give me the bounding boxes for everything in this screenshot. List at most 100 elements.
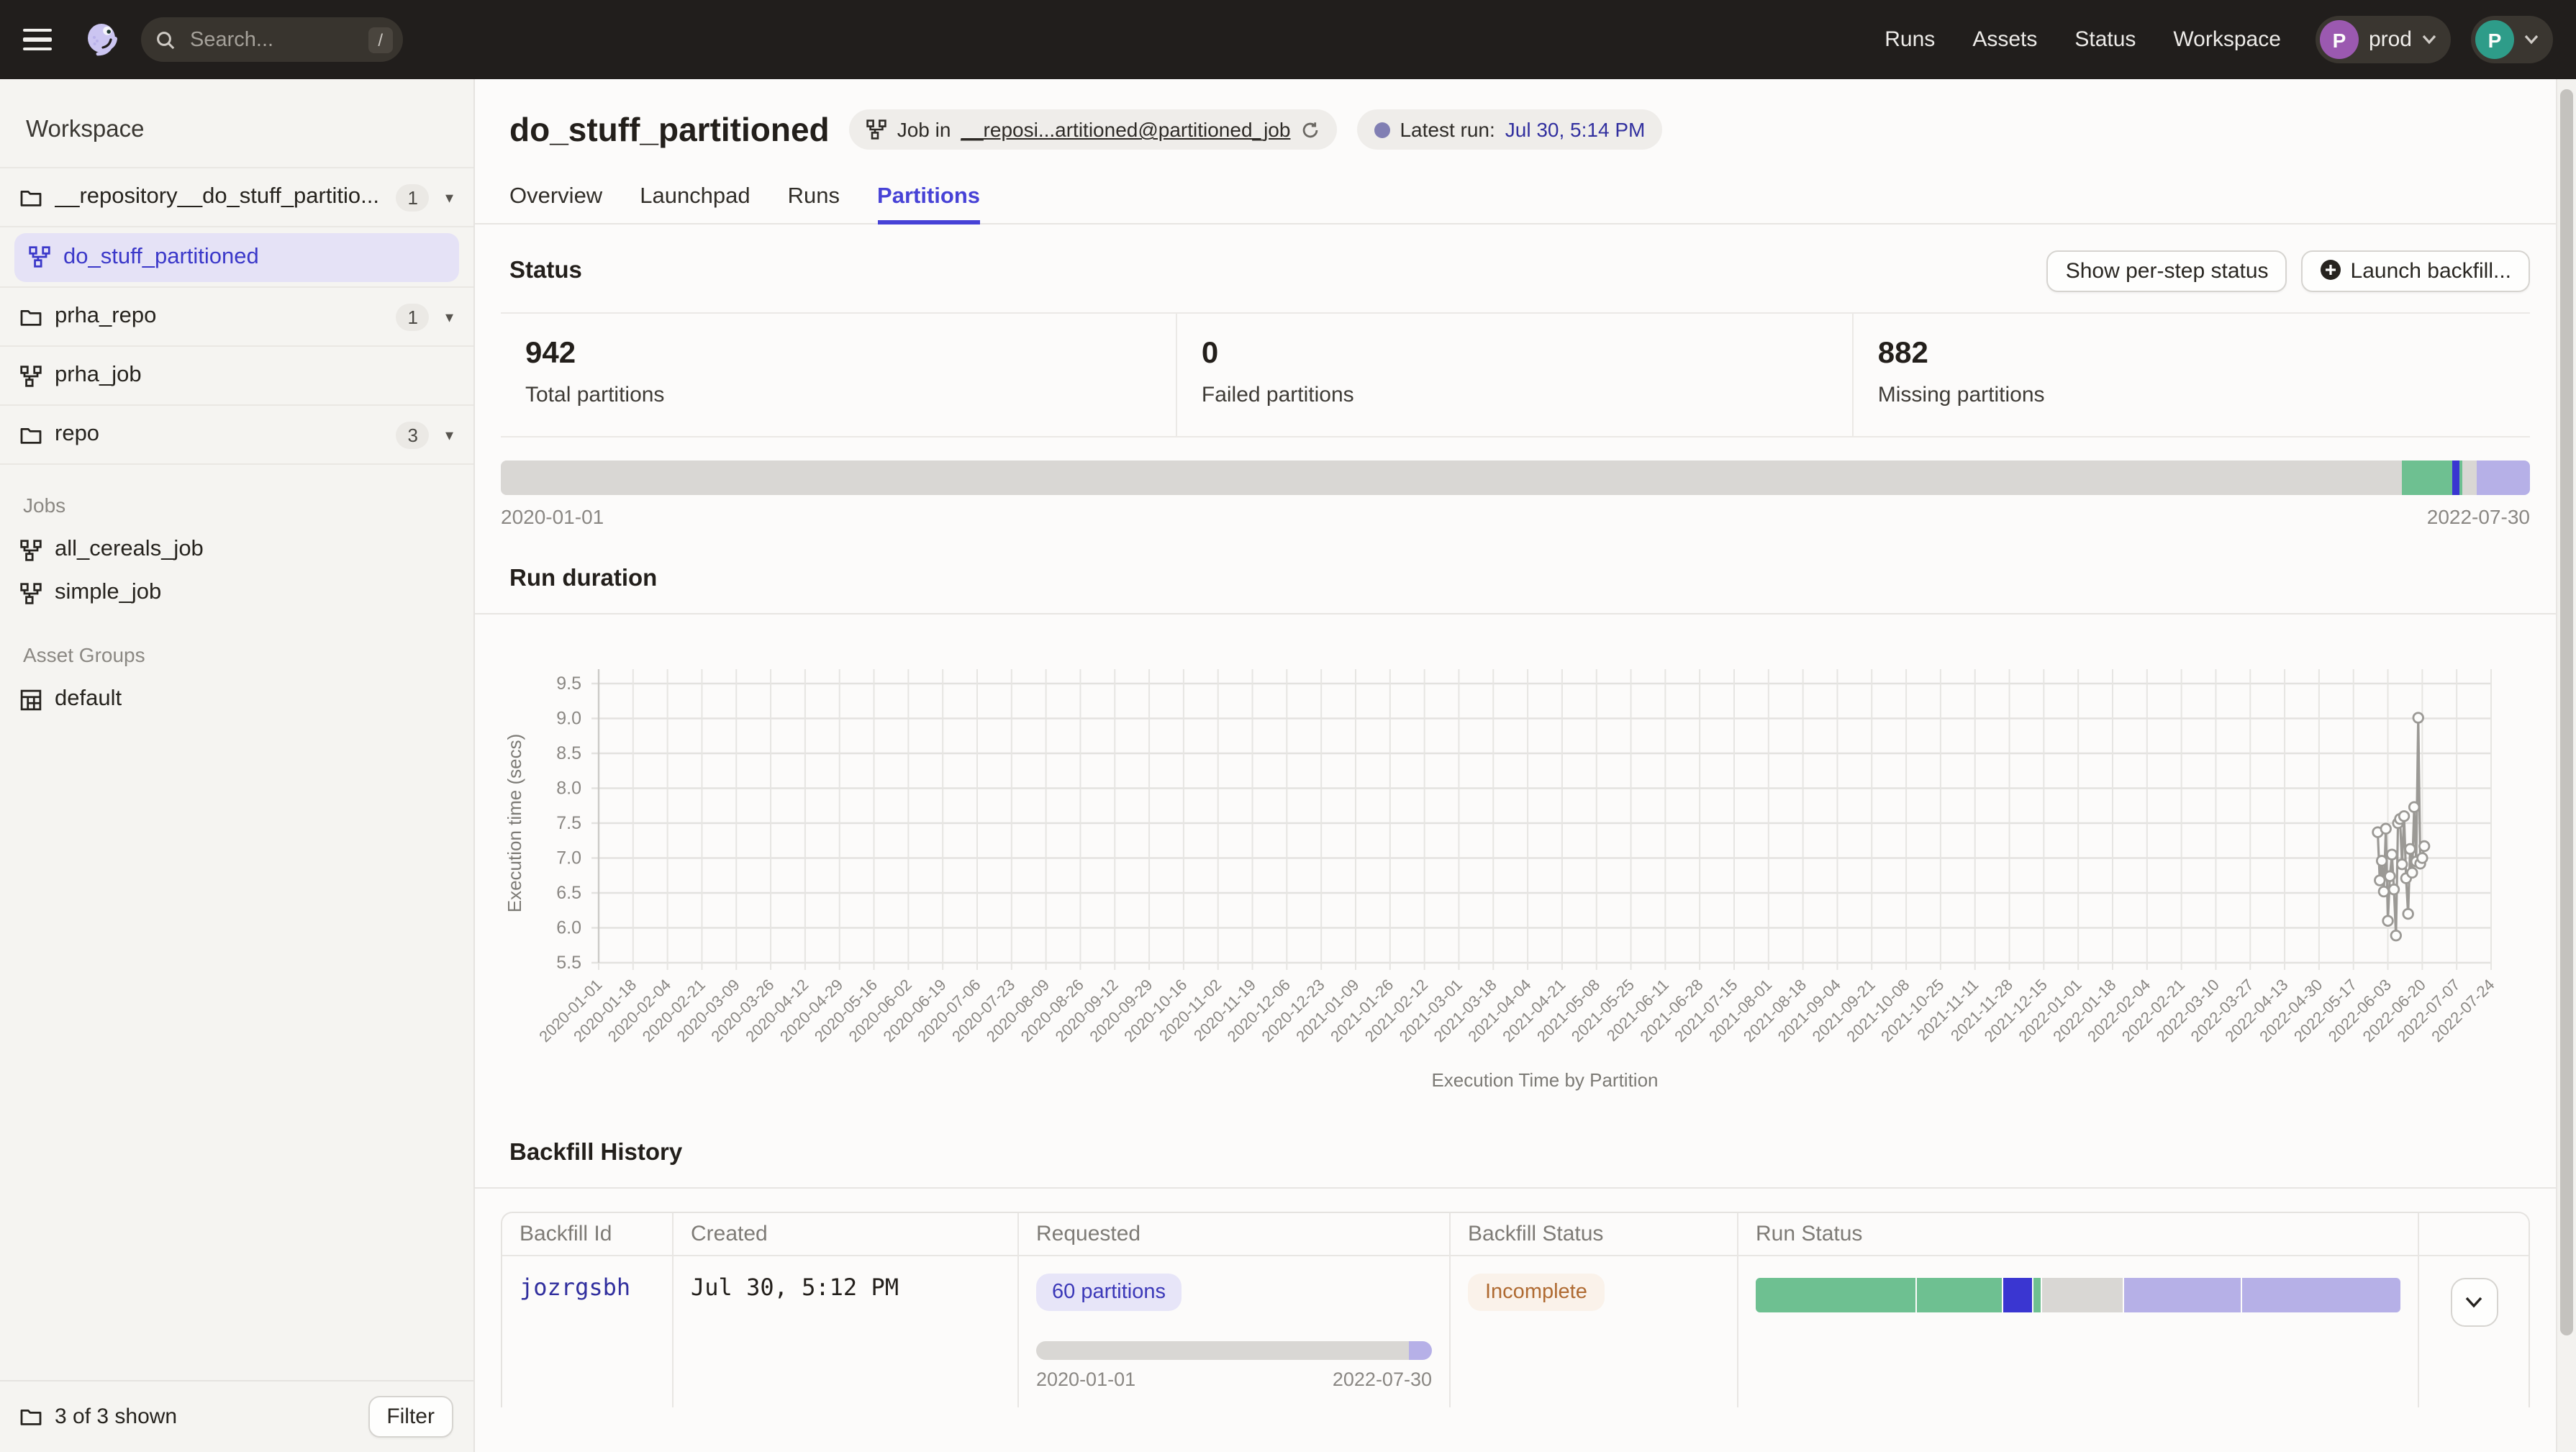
- sidebar-item-prha-job[interactable]: prha_job: [0, 347, 473, 406]
- repo-count-badge: 3: [396, 421, 429, 448]
- page-tabs: Overview Launchpad Runs Partitions: [509, 184, 2530, 223]
- stat-failed-partitions: 0 Failed partitions: [1177, 314, 1854, 436]
- repo-expand-caret[interactable]: ▾: [443, 425, 456, 444]
- folder-icon: [20, 1407, 42, 1426]
- asset-group-label: default: [55, 686, 122, 712]
- sidebar-job-all-cereals[interactable]: all_cereals_job: [0, 528, 473, 571]
- stat-value: 0: [1202, 337, 1852, 371]
- stat-label: Missing partitions: [1878, 383, 2530, 407]
- latest-run-tag: Latest run: Jul 30, 5:14 PM: [1356, 109, 1662, 150]
- sidebar-job-simple-job[interactable]: simple_job: [0, 571, 473, 614]
- search-shortcut-badge: /: [368, 27, 393, 53]
- hamburger-menu-icon[interactable]: [23, 21, 60, 58]
- vertical-scrollbar[interactable]: [2556, 79, 2576, 1452]
- reload-icon[interactable]: [1300, 120, 1319, 139]
- svg-text:7.5: 7.5: [556, 813, 581, 833]
- col-created: Created: [674, 1213, 1017, 1255]
- sidebar-footer: 3 of 3 shown Filter: [0, 1380, 473, 1452]
- run-status-dot: [1374, 122, 1389, 137]
- job-label: all_cereals_job: [55, 537, 204, 563]
- search-input[interactable]: [187, 27, 356, 53]
- job-icon: [20, 539, 42, 561]
- job-icon: [867, 119, 887, 140]
- repo-count-shown: 3 of 3 shown: [55, 1405, 355, 1429]
- col-backfill-id: Backfill Id: [502, 1213, 672, 1255]
- svg-text:6.5: 6.5: [556, 883, 581, 903]
- repo-expand-caret[interactable]: ▾: [443, 188, 456, 207]
- tab-partitions[interactable]: Partitions: [877, 184, 980, 223]
- expand-row-button[interactable]: [2450, 1278, 2498, 1327]
- chevron-down-icon: [2422, 35, 2436, 45]
- chevron-down-icon: [2465, 1297, 2482, 1308]
- job-tag-target-link[interactable]: __reposi...artitioned@partitioned_job: [961, 118, 1290, 141]
- latest-run-label: Latest run:: [1400, 118, 1495, 141]
- sidebar-item-do-stuff-partitioned[interactable]: do_stuff_partitioned: [14, 232, 459, 281]
- deployment-switcher[interactable]: P prod: [2316, 16, 2451, 63]
- repo-count-badge: 1: [396, 183, 429, 211]
- deployment-avatar: P: [2320, 20, 2359, 59]
- launch-backfill-label: Launch backfill...: [2351, 259, 2511, 283]
- partition-status-bar[interactable]: [501, 460, 2530, 495]
- nav-runs[interactable]: Runs: [1885, 27, 1935, 52]
- show-per-step-status-button[interactable]: Show per-step status: [2047, 250, 2287, 292]
- sidebar-item-wrap: do_stuff_partitioned: [0, 227, 473, 288]
- sidebar-repo-repo[interactable]: repo 3 ▾: [0, 406, 473, 465]
- launch-backfill-button[interactable]: Launch backfill...: [2302, 250, 2530, 292]
- stat-value: 942: [525, 337, 1176, 371]
- repo-expand-caret[interactable]: ▾: [443, 307, 456, 326]
- dagster-logo-icon[interactable]: [81, 19, 121, 60]
- latest-run-link[interactable]: Jul 30, 5:14 PM: [1505, 118, 1646, 141]
- sidebar-asset-group-default[interactable]: default: [0, 678, 473, 721]
- table-header-row: Backfill Id Created Requested Backfill S…: [502, 1213, 2529, 1256]
- stat-missing-partitions: 882 Missing partitions: [1854, 314, 2530, 436]
- partition-stats: 942 Total partitions 0 Failed partitions…: [501, 312, 2530, 437]
- scrollbar-thumb[interactable]: [2560, 89, 2573, 1335]
- tab-runs[interactable]: Runs: [788, 184, 840, 223]
- chevron-down-icon: [2524, 35, 2539, 45]
- requested-range-start: 2020-01-01: [1036, 1369, 1135, 1390]
- repo-count-badge: 1: [396, 303, 429, 330]
- nav-workspace[interactable]: Workspace: [2173, 27, 2281, 52]
- tab-launchpad[interactable]: Launchpad: [640, 184, 750, 223]
- sidebar-title: Workspace: [26, 117, 448, 144]
- svg-text:9.5: 9.5: [556, 673, 581, 694]
- svg-text:8.0: 8.0: [556, 779, 581, 799]
- nav-status[interactable]: Status: [2074, 27, 2136, 52]
- partition-range-end: 2022-07-30: [2427, 505, 2530, 528]
- backfill-id-link[interactable]: jozrgsbh: [520, 1274, 630, 1301]
- svg-text:6.0: 6.0: [556, 918, 581, 938]
- col-run-status: Run Status: [1738, 1213, 2418, 1255]
- requested-partitions-badge[interactable]: 60 partitions: [1036, 1274, 1182, 1311]
- tab-overview[interactable]: Overview: [509, 184, 602, 223]
- job-label: do_stuff_partitioned: [63, 244, 445, 270]
- sidebar-repo-prha-repo[interactable]: prha_repo 1 ▾: [0, 288, 473, 347]
- global-search[interactable]: /: [141, 17, 403, 62]
- job-label: simple_job: [55, 580, 161, 606]
- backfill-status-badge: Incomplete: [1468, 1274, 1605, 1311]
- job-icon: [20, 365, 42, 386]
- stat-total-partitions: 942 Total partitions: [501, 314, 1177, 436]
- repo-label: __repository__do_stuff_partitio...: [55, 184, 383, 210]
- svg-text:Execution time (secs): Execution time (secs): [504, 734, 525, 913]
- folder-icon: [20, 307, 42, 326]
- workspace-sidebar: Workspace __repository__do_stuff_partiti…: [0, 79, 475, 1452]
- job-tag-prefix: Job in: [897, 118, 951, 141]
- created-timestamp: Jul 30, 5:12 PM: [691, 1274, 899, 1301]
- svg-text:7.0: 7.0: [556, 848, 581, 868]
- run-duration-chart: 9.59.08.58.07.57.06.56.05.52020-01-01202…: [501, 626, 2530, 1120]
- page-title: do_stuff_partitioned: [509, 110, 830, 149]
- asset-groups-section-label: Asset Groups: [23, 643, 450, 666]
- run-status-bar[interactable]: [1756, 1278, 2400, 1312]
- col-requested: Requested: [1019, 1213, 1449, 1255]
- deployment-name: prod: [2369, 27, 2412, 52]
- nav-assets[interactable]: Assets: [1972, 27, 2037, 52]
- repo-label: repo: [55, 422, 383, 448]
- partition-range-start: 2020-01-01: [501, 505, 604, 528]
- user-avatar: P: [2475, 20, 2514, 59]
- requested-range-bar: [1036, 1341, 1432, 1360]
- job-origin-tag: Job in __reposi...artitioned@partitioned…: [850, 109, 1337, 150]
- sidebar-repo-do-stuff[interactable]: __repository__do_stuff_partitio... 1 ▾: [0, 168, 473, 227]
- user-menu[interactable]: P: [2471, 16, 2553, 63]
- job-label: prha_job: [55, 363, 456, 389]
- filter-button[interactable]: Filter: [368, 1396, 453, 1438]
